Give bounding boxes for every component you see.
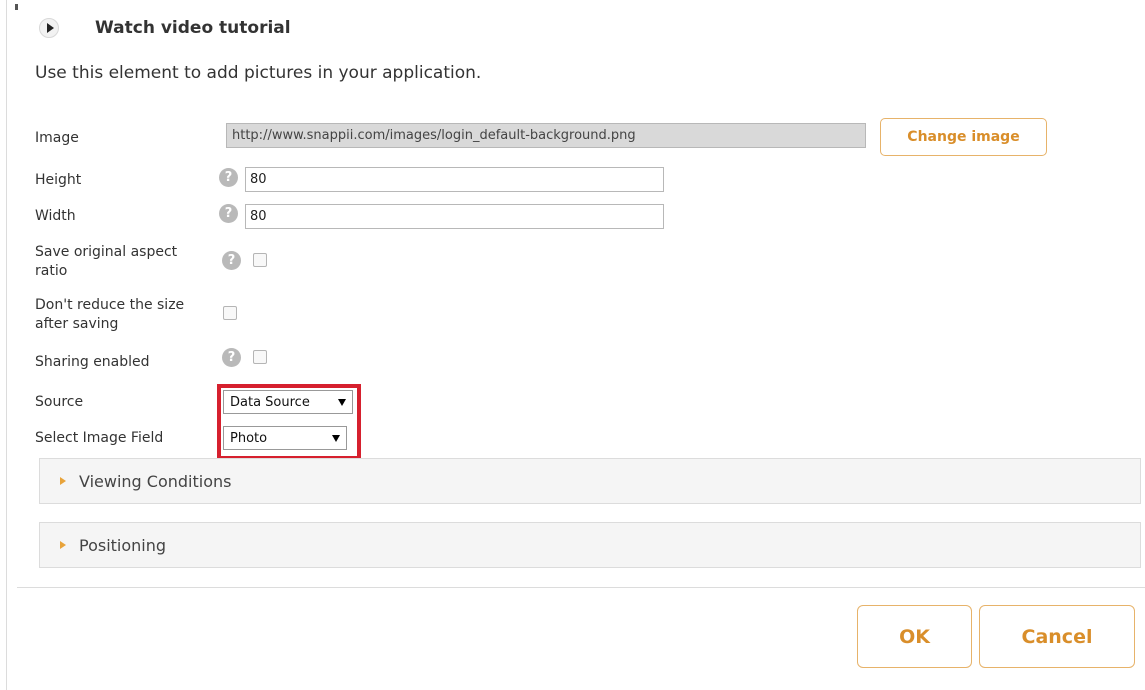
reduce-size-checkbox[interactable] [223, 306, 237, 320]
source-select-value: Data Source [230, 394, 310, 410]
ok-button[interactable]: OK [857, 605, 972, 668]
cancel-button[interactable]: Cancel [979, 605, 1135, 668]
caret-right-icon [60, 477, 66, 485]
chevron-down-icon [332, 434, 340, 442]
reduce-size-label-line2: after saving [35, 316, 119, 332]
image-field-select[interactable]: Photo [223, 426, 347, 450]
viewing-conditions-section[interactable]: Viewing Conditions [39, 458, 1141, 504]
aspect-ratio-help-icon[interactable]: ? [222, 251, 241, 270]
sharing-checkbox[interactable] [253, 350, 267, 364]
image-url-field[interactable] [226, 123, 866, 148]
intro-text: Use this element to add pictures in your… [35, 63, 482, 83]
image-field-label: Select Image Field [35, 430, 164, 446]
watch-tutorial-link[interactable]: Watch video tutorial [39, 18, 291, 38]
image-settings-dialog: Watch video tutorial Use this element to… [6, 0, 1145, 690]
image-label: Image [35, 130, 79, 146]
width-label: Width [35, 208, 76, 224]
height-label: Height [35, 172, 82, 188]
sharing-label: Sharing enabled [35, 354, 150, 370]
width-input[interactable] [245, 204, 664, 229]
source-label: Source [35, 394, 84, 410]
aspect-ratio-label-line1: Save original aspect [35, 244, 178, 260]
positioning-label: Positioning [79, 535, 167, 555]
change-image-button[interactable]: Change image [880, 118, 1047, 156]
source-select[interactable]: Data Source [223, 390, 353, 414]
sharing-help-icon[interactable]: ? [222, 348, 241, 367]
width-help-icon[interactable]: ? [219, 204, 238, 223]
chevron-down-icon [338, 398, 346, 406]
corner-mark [15, 4, 18, 10]
caret-right-icon [60, 541, 66, 549]
reduce-size-label: Don't reduce the size after saving [35, 296, 184, 334]
footer-divider [17, 587, 1145, 588]
positioning-section[interactable]: Positioning [39, 522, 1141, 568]
play-icon[interactable] [39, 18, 59, 38]
height-input[interactable] [245, 167, 664, 192]
height-help-icon[interactable]: ? [219, 168, 238, 187]
aspect-ratio-label-line2: ratio [35, 263, 68, 279]
reduce-size-label-line1: Don't reduce the size [35, 297, 185, 313]
tutorial-label[interactable]: Watch video tutorial [95, 18, 291, 38]
viewing-conditions-label: Viewing Conditions [79, 471, 232, 491]
aspect-ratio-checkbox[interactable] [253, 253, 267, 267]
image-field-select-value: Photo [230, 430, 268, 446]
aspect-ratio-label: Save original aspect ratio [35, 243, 177, 281]
